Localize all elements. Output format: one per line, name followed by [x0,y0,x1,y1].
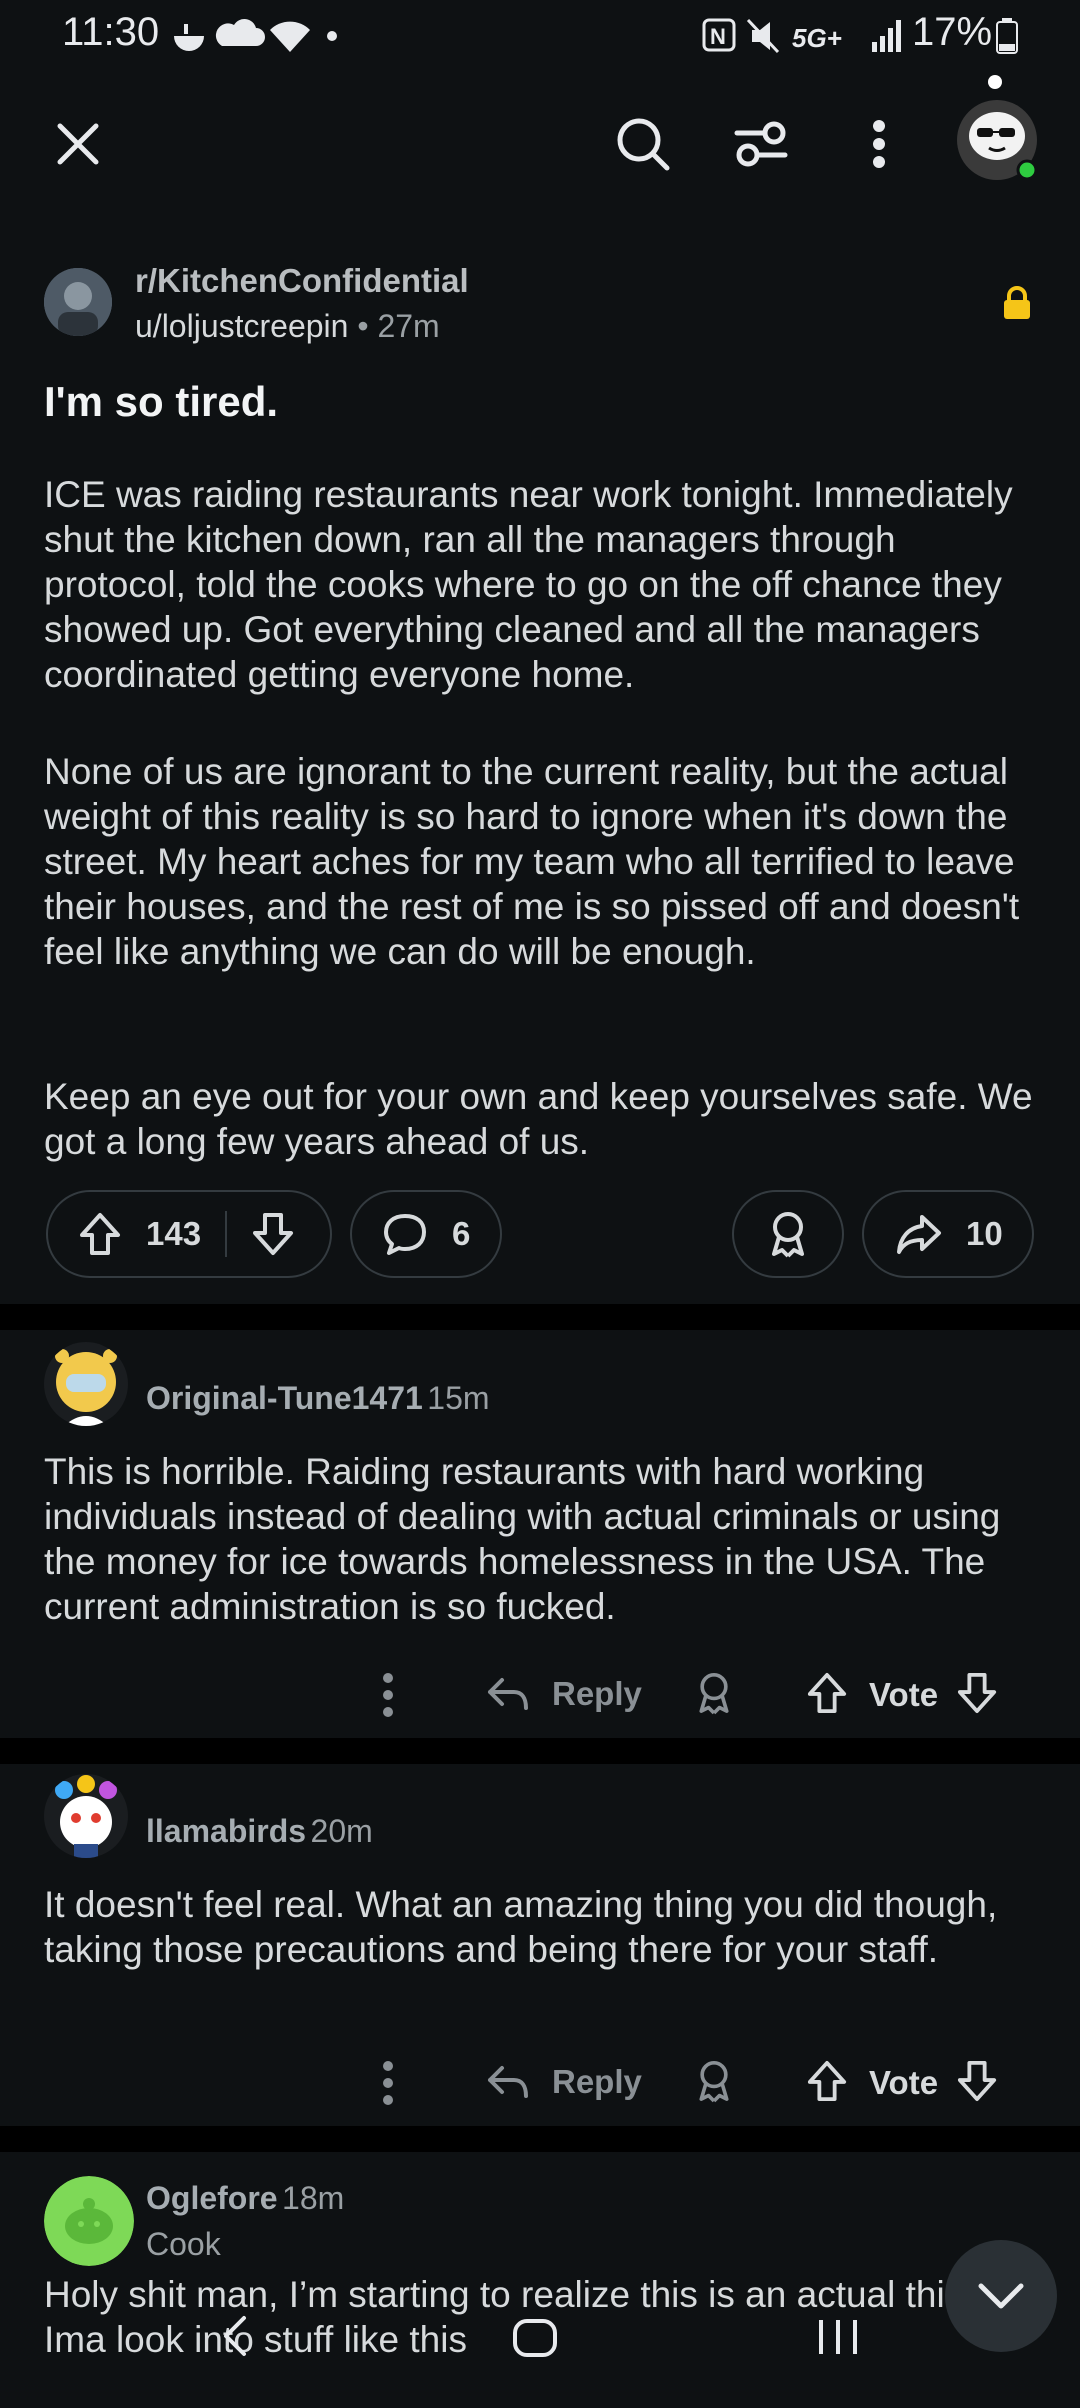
more-vertical-icon [383,2061,393,2105]
vote-label: Vote [869,1676,939,1713]
reply-button[interactable]: Reply [486,1674,642,1714]
downvote-icon [957,2060,997,2102]
vote-divider [225,1211,228,1257]
recents-icon [819,2320,857,2354]
section-separator [0,1738,1080,1764]
upvote-button[interactable] [78,1211,142,1257]
upvote-count: 143 [146,1215,202,1252]
home-icon [513,2319,557,2357]
sort-filter-button[interactable] [721,104,801,184]
close-icon [57,123,99,165]
lock-icon [1002,286,1032,320]
battery-icon [996,18,1018,54]
comment-actions: Reply Vote [370,1660,1010,1730]
comment-upvote-button[interactable] [806,1670,848,1716]
avatar[interactable] [955,70,1045,180]
nav-back-button[interactable] [220,2314,250,2358]
section-separator [0,1304,1080,1330]
comment-award-button[interactable] [694,1670,734,1716]
upvote-icon [80,1213,120,1255]
search-icon [617,118,670,171]
comment-downvote-button[interactable] [956,2058,998,2104]
comment-username[interactable]: llamabirds [146,1813,306,1849]
more-options-button[interactable] [839,104,919,184]
status-bar: 11:30 N 5G+ 17% [0,0,1080,70]
comment-avatar[interactable] [44,2176,134,2266]
post-title: I'm so tired. [44,378,279,425]
meta-separator: • [357,308,378,344]
reply-label: Reply [552,1675,642,1712]
award-button[interactable] [732,1190,844,1278]
award-icon [772,1212,804,1258]
downvote-icon [253,1213,294,1255]
share-button[interactable]: 10 [862,1190,1034,1278]
comment-header: Original-Tune1471 15m [146,1380,490,1417]
comment-username[interactable]: Oglefore [146,2180,278,2216]
subreddit-avatar[interactable] [44,268,112,336]
comment-age: 15m [427,1380,490,1416]
comment-actions: Reply Vote [370,2048,1010,2118]
post-paragraph-2: None of us are ignorant to the current r… [44,751,1020,972]
network-type: 5G+ [792,23,842,53]
post-paragraph-3: Keep an eye out for your own and keep yo… [44,1076,1033,1162]
comment-upvote-button[interactable] [806,2058,848,2104]
scroll-down-button[interactable] [945,2240,1057,2352]
comments-button[interactable]: 6 [350,1190,502,1278]
comment-award-button[interactable] [694,2058,734,2104]
comment-count: 6 [452,1215,471,1252]
comment-icon [382,1212,428,1256]
share-count: 10 [966,1215,1003,1252]
upvote-icon [807,1672,847,1714]
user-flair: Cook [146,2226,221,2262]
upvote-icon [807,2060,847,2102]
subreddit-name[interactable]: r/KitchenConfidential [135,262,469,300]
close-button[interactable] [38,104,118,184]
reply-button[interactable]: Reply [486,2062,642,2102]
downvote-icon [957,1672,997,1714]
notification-icons [170,16,350,56]
filter-icon [734,121,788,167]
more-vertical-icon [873,120,885,168]
section-separator [0,2126,1080,2152]
comment-header: Oglefore 18m [146,2180,344,2217]
comment-text: It doesn't feel real. What an amazing th… [44,1884,998,1970]
more-vertical-icon [383,1673,393,1717]
award-icon [699,1673,729,1715]
nav-recents-button[interactable] [815,2316,861,2358]
comment-age: 18m [282,2180,345,2216]
comment-text: This is horrible. Raiding restaurants wi… [44,1451,1001,1627]
downvote-button[interactable] [251,1211,295,1257]
post-age: 27m [377,308,440,344]
status-time: 11:30 [62,10,160,54]
comment-username[interactable]: Original-Tune1471 [146,1380,423,1416]
reply-label: Reply [552,2063,642,2100]
comment-header: llamabirds 20m [146,1813,373,1850]
post-author[interactable]: u/loljustcreepin [135,308,348,344]
vote-bar: 143 [46,1190,332,1278]
comment-more-button[interactable] [382,1672,394,1718]
back-icon [224,2316,246,2356]
vote-label: Vote [869,2064,939,2101]
comment-more-button[interactable] [382,2060,394,2106]
comment-downvote-button[interactable] [956,1670,998,1716]
reply-icon [488,1678,528,1710]
comment-age: 20m [310,1813,373,1849]
chevron-down-icon [978,2283,1024,2309]
post-paragraph-1: ICE was raiding restaurants near work to… [44,474,1013,695]
share-icon [896,1213,942,1255]
post-meta: u/loljustcreepin • 27m [135,308,440,345]
nav-home-button[interactable] [512,2318,558,2358]
online-status-dot [1016,159,1038,180]
system-icons: N 5G+ [700,14,910,58]
comment-avatar[interactable] [44,1774,128,1858]
svg-text:N: N [710,24,726,49]
award-icon [699,2061,729,2103]
search-button[interactable] [603,104,683,184]
comment-avatar[interactable] [44,1342,128,1426]
reply-icon [488,2066,528,2098]
battery-percent: 17% [912,10,993,54]
